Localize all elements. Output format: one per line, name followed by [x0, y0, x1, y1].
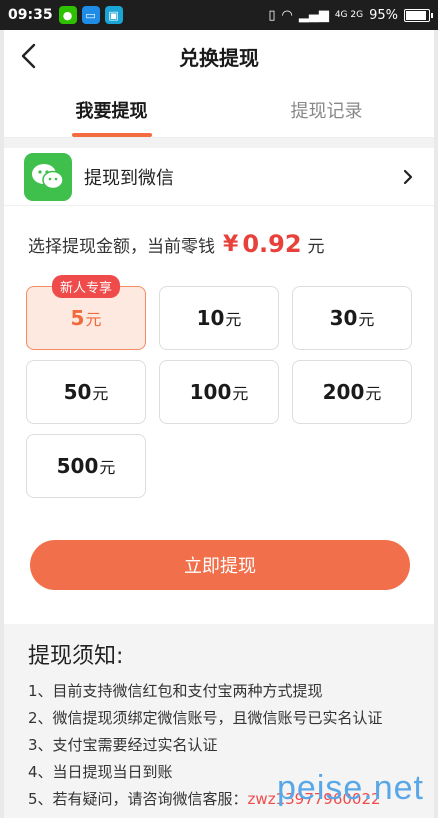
watermark: peise.net — [277, 769, 424, 807]
chevron-right-icon — [403, 169, 413, 184]
amount-option-50[interactable]: 50 元 — [26, 360, 146, 424]
wechat-notification-icon: ● — [58, 6, 77, 24]
tab-withdraw-history[interactable]: 提现记录 — [219, 82, 434, 137]
notice-item: 3、支付宝需要经过实名认证 — [28, 736, 218, 754]
amount-option-100[interactable]: 100 元 — [159, 360, 279, 424]
tab-withdraw[interactable]: 我要提现 — [4, 82, 219, 137]
status-bar: 09:35 ● ▭ ▣ ▯ ◠ ▂▄▆ 4G 2G 95% — [0, 0, 438, 30]
wechat-icon — [24, 152, 72, 201]
amount-value: 30 — [329, 306, 358, 330]
withdraw-method-row[interactable]: 提现到微信 — [4, 148, 434, 206]
amount-option-500[interactable]: 500 元 — [26, 434, 146, 498]
back-arrow-icon[interactable] — [18, 42, 42, 70]
section-divider — [4, 138, 434, 148]
amount-option-30[interactable]: 30 元 — [292, 286, 412, 350]
vibrate-icon: ▯ — [268, 7, 276, 23]
amount-option-5[interactable]: 新人专享 5元 — [26, 275, 146, 350]
scan-notification-icon: ▣ — [104, 6, 123, 24]
tab-bar: 我要提现 提现记录 — [4, 82, 434, 138]
status-time: 09:35 — [8, 7, 53, 23]
balance-value: 0.92 — [242, 230, 302, 258]
notice-item-text: 5、若有疑问，请咨询微信客服： — [28, 790, 248, 808]
notice-item: 1、目前支持微信红包和支付宝两种方式提现 — [28, 682, 323, 700]
withdraw-method-label: 提现到微信 — [84, 167, 174, 189]
wifi-icon: ◠ — [281, 7, 293, 23]
amount-value: 5 — [70, 306, 85, 330]
withdraw-now-button[interactable]: 立即提现 — [30, 540, 410, 590]
amount-unit: 元 — [225, 310, 242, 329]
battery-percent: 95% — [369, 7, 398, 23]
new-user-badge: 新人专享 — [51, 275, 121, 298]
amount-unit: 元 — [365, 384, 382, 403]
amount-unit: 元 — [92, 384, 109, 403]
amount-prompt: 选择提现金额，当前零钱 — [28, 236, 215, 257]
amount-value: 50 — [63, 380, 92, 404]
header: 兑换提现 — [4, 30, 434, 82]
signal-icon: ▂▄▆ — [298, 7, 329, 23]
amount-value: 100 — [189, 380, 232, 404]
withdraw-page: 兑换提现 我要提现 提现记录 提现到微信 选择提现金额，当前零钱 ¥ 0.92 … — [4, 30, 434, 818]
battery-icon — [404, 8, 433, 22]
page-title: 兑换提现 — [179, 45, 259, 70]
amount-option-10[interactable]: 10 元 — [159, 286, 279, 350]
amount-value: 500 — [56, 454, 99, 478]
message-notification-icon: ▭ — [81, 6, 100, 24]
notice-item: 2、微信提现须绑定微信账号，且微信账号已实名认证 — [28, 709, 383, 727]
balance-unit: 元 — [307, 236, 325, 257]
currency-symbol: ¥ — [223, 231, 239, 257]
amount-unit: 元 — [99, 458, 116, 477]
amount-unit: 元 — [232, 384, 249, 403]
amount-value: 10 — [196, 306, 225, 330]
amount-value: 200 — [322, 380, 365, 404]
network-type-label: 4G 2G — [334, 9, 364, 20]
withdraw-notice: 提现须知: 1、目前支持微信红包和支付宝两种方式提现 2、微信提现须绑定微信账号… — [4, 624, 434, 818]
notice-title: 提现须知: — [28, 644, 124, 669]
amount-unit: 元 — [85, 310, 102, 329]
amount-prompt-line: 选择提现金额，当前零钱 ¥ 0.92 元 — [4, 216, 434, 272]
amount-option-200[interactable]: 200 元 — [292, 360, 412, 424]
amount-unit: 元 — [358, 310, 375, 329]
